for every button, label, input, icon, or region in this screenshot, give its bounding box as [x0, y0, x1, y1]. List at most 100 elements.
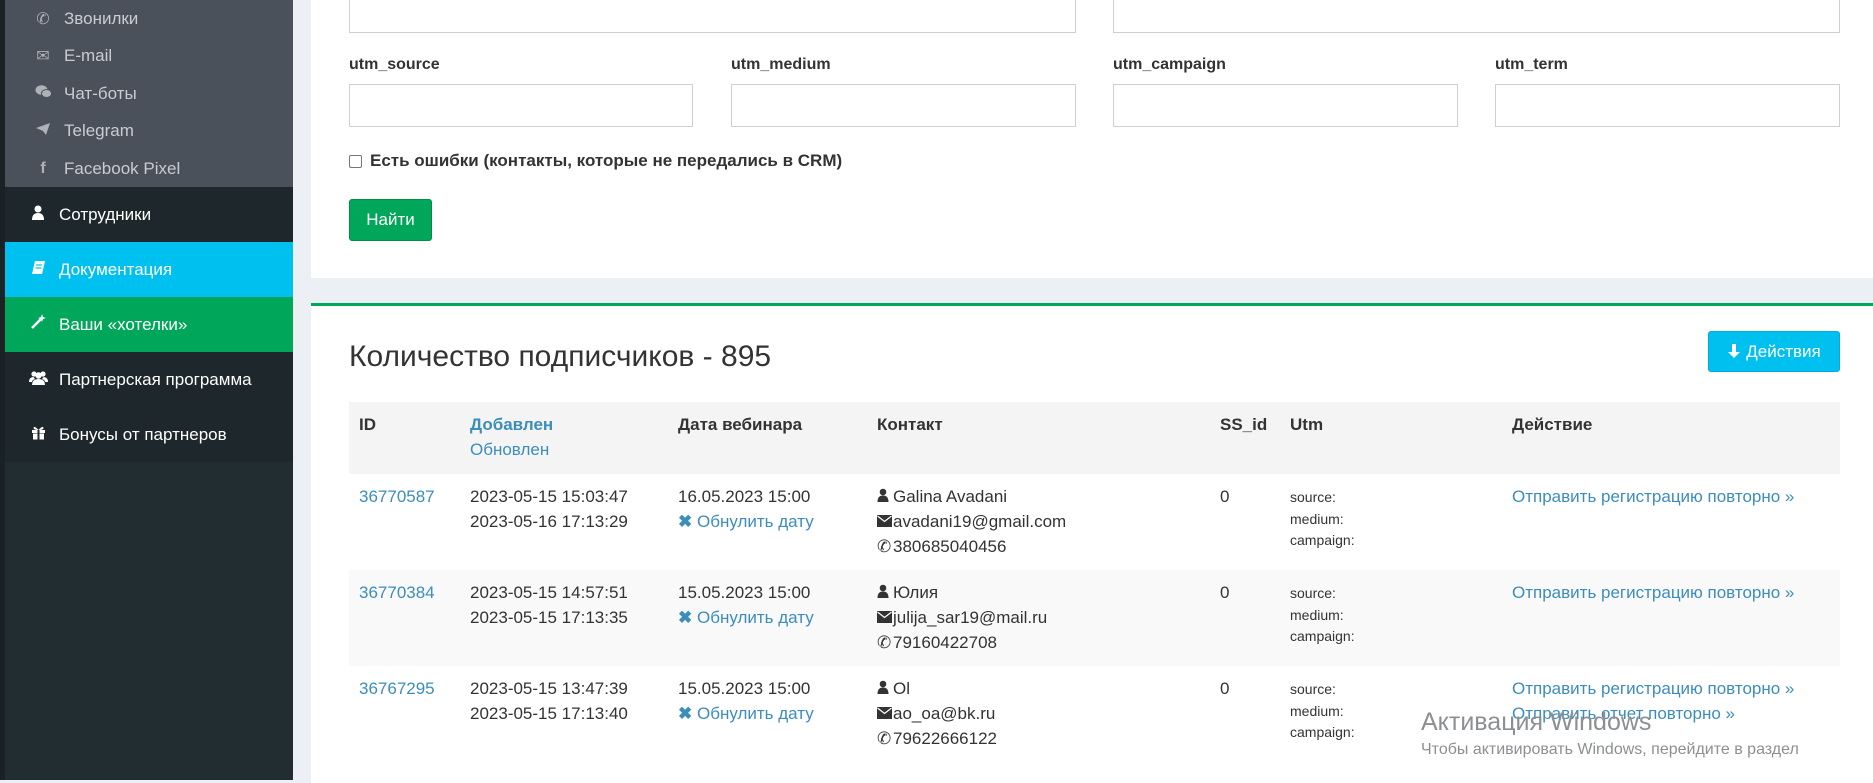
sidebar-item-facebook-pixel[interactable]: f Facebook Pixel: [5, 150, 293, 188]
magic-wand-icon: [27, 314, 49, 335]
col-action: Действие: [1512, 415, 1593, 434]
sidebar-item-email[interactable]: ✉ E-mail: [5, 38, 293, 76]
contact-name: Юлия: [893, 583, 939, 602]
actions-button[interactable]: Действия: [1708, 331, 1840, 372]
sidebar-item-label: Facebook Pixel: [64, 158, 181, 178]
col-ss-id: SS_id: [1220, 415, 1268, 434]
resend-registration-link[interactable]: Отправить регистрацию повторно »: [1512, 580, 1794, 605]
utm-term-label: utm_term: [1495, 56, 1568, 73]
users-icon: [27, 370, 49, 390]
col-updated-sort-link[interactable]: Обновлен: [470, 440, 549, 460]
table-header: ID Добавлен Обновлен Дата вебинара Конта…: [349, 402, 1840, 474]
book-icon: [27, 260, 49, 280]
row-contact: Юлия julija_sar19@mail.ru ✆ 79160422708: [877, 580, 1047, 655]
row-dates: 2023-05-15 15:03:47 2023-05-16 17:13:29: [470, 484, 628, 534]
sidebar-item-employees[interactable]: Сотрудники: [5, 187, 293, 242]
contact-email: ao_oa@bk.ru: [893, 704, 996, 723]
contact-phone: 79160422708: [893, 633, 998, 652]
col-webinar-date: Дата вебинара: [678, 415, 803, 434]
filter-field-top-left[interactable]: [349, 0, 1076, 33]
sidebar-item-partner-bonuses[interactable]: Бонусы от партнеров: [5, 407, 293, 462]
sidebar-item-label: Telegram: [64, 121, 134, 141]
row-id-link[interactable]: 36770587: [359, 484, 435, 509]
sidebar-item-label: Партнерская программа: [59, 369, 252, 389]
reset-date-label: Обнулить дату: [696, 608, 814, 627]
envelope-icon: ✉: [36, 48, 50, 66]
sidebar-item-wishes[interactable]: Ваши «хотелки»: [5, 297, 293, 352]
utm-source-label: utm_source: [349, 56, 440, 73]
phone-icon: ✆: [36, 10, 50, 28]
sidebar-item-partner-program[interactable]: Партнерская программа: [5, 352, 293, 407]
reset-date-link[interactable]: ✖ Обнулить дату: [678, 701, 814, 726]
envelope-icon: [877, 605, 893, 630]
chat-icon: [32, 84, 54, 104]
sidebar-item-telegram[interactable]: Telegram: [5, 113, 293, 151]
row-id-link[interactable]: 36770384: [359, 580, 435, 605]
utm-campaign-label: utm_campaign: [1113, 56, 1226, 73]
row-added: 2023-05-15 15:03:47: [470, 487, 628, 506]
find-button[interactable]: Найти: [349, 199, 432, 241]
utm-medium-input[interactable]: [731, 84, 1076, 127]
close-icon: ✖: [678, 512, 693, 531]
reset-date-link[interactable]: ✖ Обнулить дату: [678, 605, 814, 630]
col-id: ID: [359, 415, 376, 434]
phone-icon: ✆: [877, 633, 892, 652]
col-contact: Контакт: [877, 415, 943, 434]
close-icon: ✖: [678, 608, 693, 627]
user-icon: [877, 580, 893, 605]
gift-icon: [27, 425, 49, 445]
col-added-sort-link[interactable]: Добавлен: [470, 415, 553, 435]
telegram-icon: [32, 122, 54, 141]
arrow-down-icon: [1728, 344, 1741, 358]
row-contact: Galina Avadani avadani19@gmail.com ✆ 3806…: [877, 484, 1066, 559]
utm-source: source:: [1290, 681, 1336, 697]
utm-campaign: campaign:: [1290, 628, 1355, 644]
sidebar-item-documentation[interactable]: Документация: [5, 242, 293, 297]
sidebar-item-dialers[interactable]: ✆ Звонилки: [5, 0, 293, 38]
resend-registration-link[interactable]: Отправить регистрацию повторно »: [1512, 676, 1794, 701]
utm-campaign-input[interactable]: [1113, 84, 1458, 127]
close-icon: ✖: [678, 704, 693, 723]
contact-phone: 79622666122: [893, 729, 998, 748]
row-ss-id: 0: [1220, 583, 1230, 602]
envelope-icon: [877, 509, 893, 534]
utm-medium-label: utm_medium: [731, 56, 831, 73]
utm-medium: medium:: [1290, 606, 1344, 623]
row-utm: source: medium: campaign:: [1290, 583, 1355, 648]
sidebar-submenu: ✆ Звонилки ✉ E-mail Чат-боты Telegram f …: [5, 0, 293, 187]
windows-activation-watermark: Активация Windows Чтобы активировать Win…: [1421, 708, 1799, 759]
watermark-subtitle: Чтобы активировать Windows, перейдите в …: [1421, 741, 1799, 758]
row-dates: 2023-05-15 13:47:39 2023-05-15 17:13:40: [470, 676, 628, 726]
row-dates: 2023-05-15 14:57:51 2023-05-15 17:13:35: [470, 580, 628, 630]
row-id-link[interactable]: 36767295: [359, 676, 435, 701]
sidebar-item-label: Бонусы от партнеров: [59, 424, 227, 444]
contact-email: julija_sar19@mail.ru: [893, 608, 1048, 627]
user-icon: [27, 205, 49, 225]
utm-source: source:: [1290, 489, 1336, 505]
utm-source-input[interactable]: [349, 84, 693, 127]
reset-date-link[interactable]: ✖ Обнулить дату: [678, 509, 814, 534]
sidebar-item-label: Документация: [59, 259, 173, 279]
row-actions: Отправить регистрацию повторно »: [1512, 484, 1794, 509]
utm-term-input[interactable]: [1495, 84, 1840, 127]
contact-phone: 380685040456: [893, 537, 1007, 556]
user-icon: [877, 484, 893, 509]
contact-email: avadani19@gmail.com: [893, 512, 1067, 531]
row-utm: source: medium: campaign:: [1290, 679, 1355, 744]
phone-icon: ✆: [877, 537, 892, 556]
row-ss-id: 0: [1220, 487, 1230, 506]
errors-checkbox-label[interactable]: Есть ошибки (контакты, которые не переда…: [370, 151, 842, 171]
resend-registration-link[interactable]: Отправить регистрацию повторно »: [1512, 484, 1794, 509]
sidebar-item-label: Ваши «хотелки»: [59, 314, 188, 334]
filter-field-top-right[interactable]: [1113, 0, 1840, 33]
row-added: 2023-05-15 14:57:51: [470, 583, 628, 602]
errors-checkbox[interactable]: [349, 154, 362, 168]
row-actions: Отправить регистрацию повторно »: [1512, 580, 1794, 605]
sidebar: ✆ Звонилки ✉ E-mail Чат-боты Telegram f …: [0, 0, 293, 780]
utm-source: source:: [1290, 585, 1336, 601]
utm-medium: medium:: [1290, 702, 1344, 719]
row-updated: 2023-05-15 17:13:35: [470, 608, 628, 627]
sidebar-item-chatbots[interactable]: Чат-боты: [5, 75, 293, 113]
col-utm: Utm: [1290, 415, 1324, 434]
utm-medium: medium:: [1290, 510, 1344, 527]
